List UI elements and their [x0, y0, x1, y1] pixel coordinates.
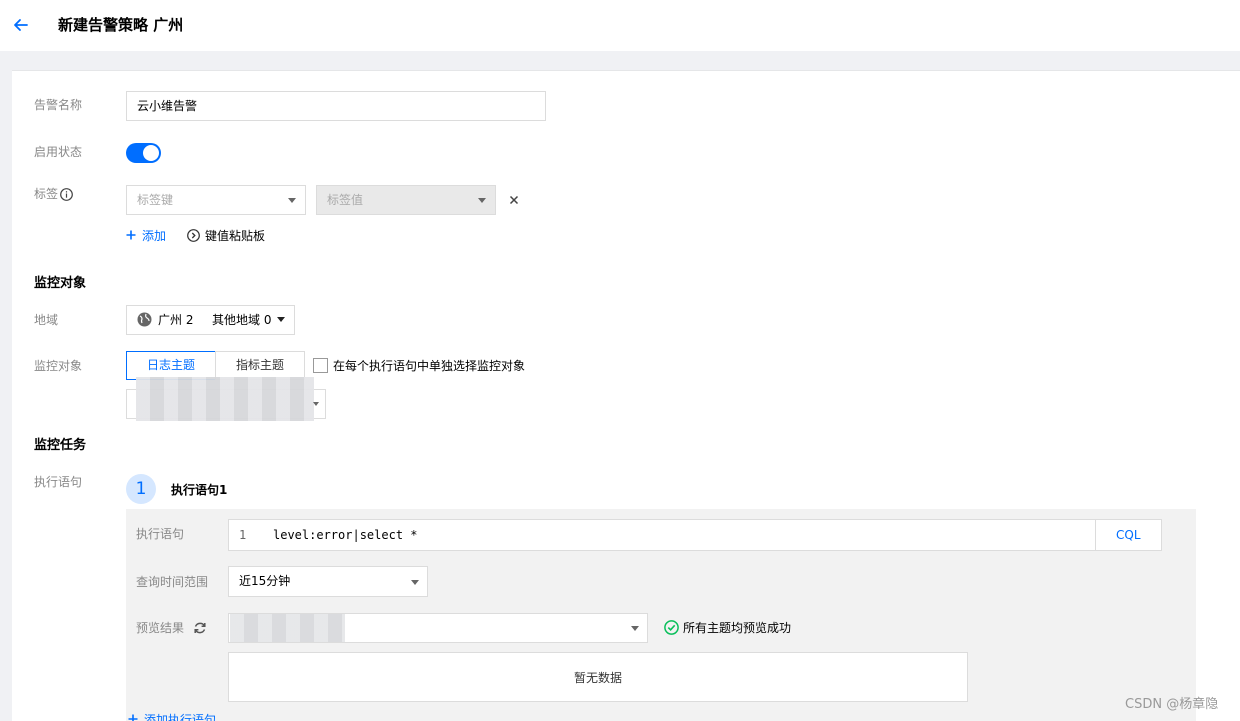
alarm-name-label: 告警名称	[34, 98, 83, 112]
add-statement-link[interactable]: 添加执行语句	[144, 712, 216, 721]
monitor-task-title: 监控任务	[34, 438, 87, 453]
tag-label: 标签	[34, 186, 58, 202]
check-circle-icon	[664, 620, 679, 635]
chevron-down-icon	[288, 198, 296, 203]
chevron-right-circle-icon	[187, 229, 200, 242]
object-label: 监控对象	[34, 359, 83, 373]
preview-status: 所有主题均预览成功	[683, 621, 792, 635]
empty-state: 暂无数据	[228, 652, 968, 702]
step-number-badge: 1	[126, 474, 156, 504]
refresh-icon[interactable]	[193, 621, 207, 635]
tag-value-select[interactable]: 标签值	[316, 185, 496, 215]
status-toggle[interactable]	[126, 143, 161, 163]
redacted-preview-topic	[230, 614, 345, 642]
add-tag-link[interactable]: 添加	[142, 228, 166, 244]
region-value: 广州 2	[158, 313, 194, 327]
time-range-select[interactable]: 近15分钟	[228, 566, 428, 597]
tag-key-select[interactable]: 标签键	[126, 185, 306, 215]
other-region-value: 其他地域 0	[212, 313, 272, 327]
monitor-object-title: 监控对象	[34, 276, 87, 291]
status-label: 启用状态	[34, 145, 83, 159]
close-icon[interactable]	[509, 195, 519, 205]
time-range-label: 查询时间范围	[136, 575, 209, 589]
code-line-number: 1	[239, 528, 247, 542]
caret-down-icon	[277, 317, 285, 322]
watermark: CSDN @杨章隐	[1125, 697, 1219, 712]
region-label: 地域	[34, 313, 59, 327]
tab-log-topic[interactable]: 日志主题	[126, 351, 216, 380]
page-header: 新建告警策略 广州	[0, 0, 1240, 51]
info-icon[interactable]	[60, 188, 73, 201]
code-label: 执行语句	[136, 527, 185, 541]
redacted-topic	[136, 377, 314, 421]
plus-icon	[128, 714, 138, 721]
cql-button[interactable]: CQL	[1116, 527, 1141, 543]
step-title: 执行语句1	[171, 483, 228, 497]
statement-label: 执行语句	[34, 475, 83, 489]
chevron-down-icon	[313, 402, 319, 406]
tag-label-text: 标签	[34, 187, 59, 201]
plus-icon	[126, 230, 136, 240]
toggle-knob	[143, 145, 159, 161]
chevron-down-icon	[631, 626, 639, 631]
preview-label: 预览结果	[136, 621, 185, 635]
globe-icon	[137, 312, 152, 327]
code-text[interactable]: level:error|select *	[273, 527, 418, 543]
tab-metric-topic[interactable]: 指标主题	[215, 351, 305, 380]
back-arrow-icon[interactable]	[11, 15, 31, 35]
chevron-down-icon	[411, 580, 419, 585]
clipboard-link[interactable]: 键值粘贴板	[205, 228, 265, 244]
page-title: 新建告警策略 广州	[58, 16, 184, 34]
chevron-down-icon	[478, 198, 486, 203]
separate-select-label: 在每个执行语句中单独选择监控对象	[333, 359, 526, 373]
alarm-name-input[interactable]: 云小维告警	[126, 91, 546, 121]
separate-select-checkbox[interactable]	[313, 358, 328, 373]
